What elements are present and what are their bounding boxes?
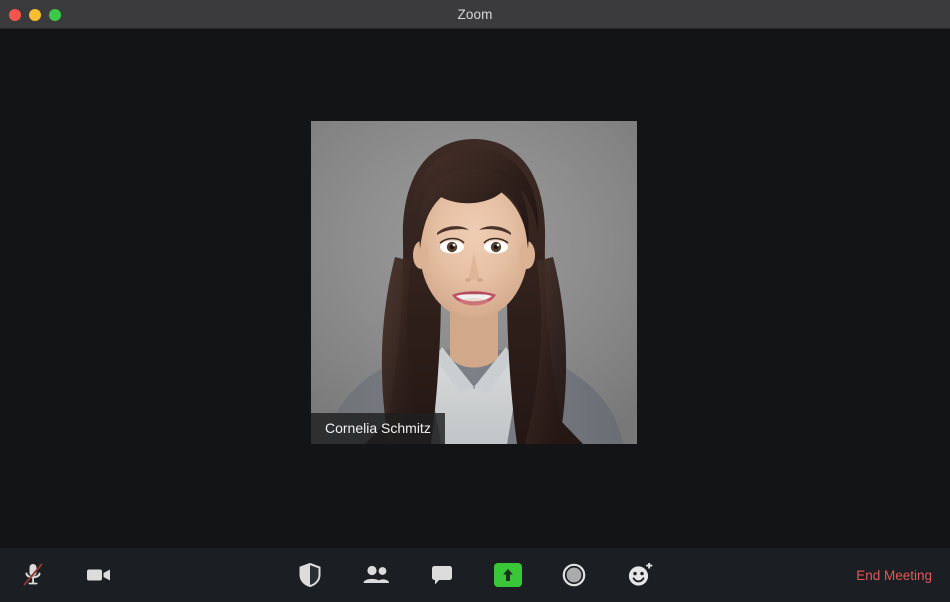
close-window-button[interactable] xyxy=(9,9,21,21)
window-controls xyxy=(9,0,61,29)
toolbar-right-group: End Meeting xyxy=(856,548,932,602)
chat-bubble-icon xyxy=(430,564,454,586)
window-title: Zoom xyxy=(0,7,950,22)
maximize-window-button[interactable] xyxy=(49,9,61,21)
minimize-window-button[interactable] xyxy=(29,9,41,21)
titlebar: Zoom xyxy=(0,0,950,29)
zoom-window: Zoom xyxy=(0,0,950,602)
participant-video-tile[interactable]: Cornelia Schmitz xyxy=(311,121,637,444)
participant-name-label: Cornelia Schmitz xyxy=(311,413,445,444)
participants-button[interactable] xyxy=(343,548,409,602)
chat-button[interactable] xyxy=(409,548,475,602)
participant-video-feed xyxy=(311,121,637,444)
record-button[interactable] xyxy=(541,548,607,602)
share-screen-icon xyxy=(494,563,522,587)
toolbar-center-group xyxy=(0,548,950,602)
share-screen-button[interactable] xyxy=(475,548,541,602)
shield-icon xyxy=(299,563,321,587)
end-meeting-button[interactable]: End Meeting xyxy=(856,568,932,583)
up-arrow-icon xyxy=(502,568,514,582)
participants-icon xyxy=(362,565,390,585)
security-button[interactable] xyxy=(277,548,343,602)
record-icon xyxy=(562,563,586,587)
reactions-icon xyxy=(627,563,653,587)
video-stage: Cornelia Schmitz xyxy=(0,29,950,548)
meeting-toolbar: End Meeting xyxy=(0,548,950,602)
reactions-button[interactable] xyxy=(607,548,673,602)
portrait-illustration xyxy=(311,121,637,444)
